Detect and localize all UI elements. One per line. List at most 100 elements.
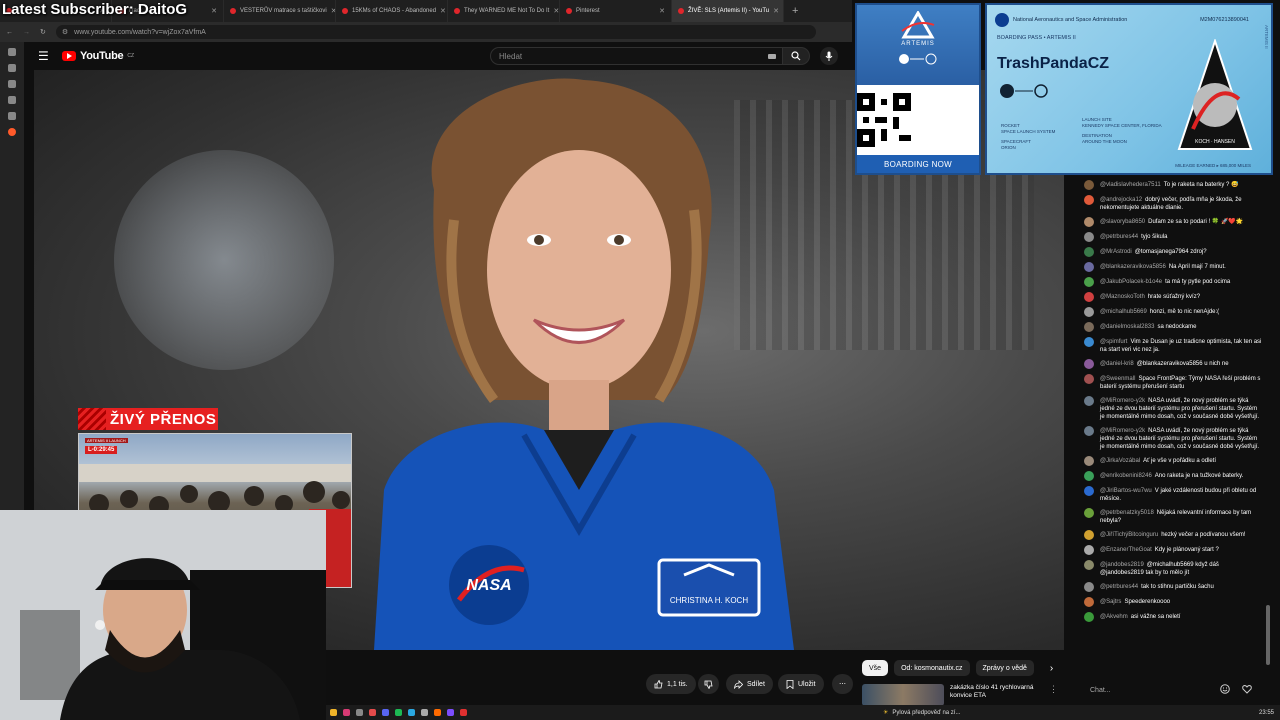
taskbar-app-icon[interactable] (382, 709, 389, 716)
taskbar-app-icon[interactable] (369, 709, 376, 716)
chat-author[interactable]: @petrbenatzky5018 (1100, 510, 1154, 516)
tab-close-icon[interactable]: ✕ (553, 7, 559, 15)
chat-author[interactable]: @MrAstrodi (1100, 249, 1132, 255)
weather-widget[interactable]: ☀ Pylová předpověď na zí... (883, 709, 960, 717)
chat-avatar[interactable] (1084, 322, 1094, 332)
sidebar-ai-icon[interactable] (8, 64, 16, 72)
chat-scrollbar[interactable] (1266, 605, 1270, 665)
taskbar-app-icon[interactable] (460, 709, 467, 716)
more-actions-button[interactable]: ⋯ (832, 674, 853, 694)
chat-author[interactable]: @andrejocka12 (1100, 197, 1142, 203)
chat-avatar[interactable] (1084, 307, 1094, 317)
tab-close-icon[interactable]: ✕ (440, 7, 446, 15)
chat-author[interactable]: @slavoryba8650 (1100, 219, 1145, 225)
chat-author[interactable]: @JirkaVozábal (1100, 458, 1140, 464)
chat-message[interactable]: @Akvehm asi vážne sa neletí (1084, 612, 1262, 622)
taskbar-app-icon[interactable] (421, 709, 428, 716)
chat-avatar[interactable] (1084, 545, 1094, 555)
search-button[interactable] (782, 47, 810, 65)
chat-avatar[interactable] (1084, 195, 1094, 205)
new-tab-icon[interactable]: + (792, 5, 798, 17)
emoji-icon[interactable] (1220, 684, 1230, 694)
chat-message[interactable]: @spimfurt Vim ze Dusan je uz tradicne opt… (1084, 337, 1262, 354)
keyboard-icon[interactable] (768, 53, 776, 59)
chat-author[interactable]: @Akvehm (1100, 614, 1128, 620)
chat-avatar[interactable] (1084, 508, 1094, 518)
chat-author[interactable]: @JiříTichýBitcoinguru (1100, 532, 1158, 538)
chat-avatar[interactable] (1084, 471, 1094, 481)
chat-input[interactable]: Chat... (1080, 682, 1230, 698)
chat-message[interactable]: @daniel-kri8 @blankazeravikova5856 u nich… (1084, 359, 1262, 369)
taskbar-app-icon[interactable] (447, 709, 454, 716)
save-button[interactable]: Uložit (778, 674, 824, 694)
chat-message[interactable]: @JakubPolacek-b1o4e ta má ty pytle pod oc… (1084, 277, 1262, 287)
tab-close-icon[interactable]: ✕ (659, 7, 665, 15)
filter-chip[interactable]: Vše (862, 660, 889, 676)
taskbar-app-icon[interactable] (395, 709, 402, 716)
chat-author[interactable]: @daniel-kri8 (1100, 361, 1134, 367)
heart-icon[interactable] (1242, 684, 1252, 694)
chat-message[interactable]: @jandobes2819 @michalhub5669 když dáš @ja… (1084, 560, 1262, 577)
chat-avatar[interactable] (1084, 426, 1094, 436)
chat-author[interactable]: @enrikobenini8246 (1100, 473, 1152, 479)
chat-author[interactable]: @petrbures44 (1100, 584, 1138, 590)
chat-author[interactable]: @michalhub5669 (1100, 309, 1147, 315)
chat-avatar[interactable] (1084, 262, 1094, 272)
like-button[interactable]: 1,1 tis. (646, 674, 696, 694)
tab-close-icon[interactable]: ✕ (773, 7, 779, 15)
chat-avatar[interactable] (1084, 217, 1094, 227)
chat-author[interactable]: @jandobes2819 (1100, 562, 1144, 568)
taskbar-app-icon[interactable] (434, 709, 441, 716)
chat-author[interactable]: @MiRomero-y2k (1100, 428, 1145, 434)
site-settings-icon[interactable]: ⚙ (62, 28, 68, 36)
browser-tab[interactable]: They WARNED ME Not To Do It ✕ (448, 0, 560, 22)
reload-icon[interactable]: ↻ (40, 28, 46, 36)
voice-search-button[interactable] (820, 47, 838, 65)
chat-message[interactable]: @JirkaVozábal Ať je vše v pořádku a odlet… (1084, 456, 1262, 466)
chat-message[interactable]: @petrbures44 tyjo šikula (1084, 232, 1262, 242)
chat-author[interactable]: @JiriBartos-wu7wu (1100, 488, 1152, 494)
sidebar-bookmarks-icon[interactable] (8, 80, 16, 88)
share-button[interactable]: Sdílet (726, 674, 773, 694)
chat-avatar[interactable] (1084, 232, 1094, 242)
chat-avatar[interactable] (1084, 560, 1094, 570)
sidebar-history-icon[interactable] (8, 96, 16, 104)
chat-message[interactable]: @JiříTichýBitcoinguru hezký večer a podív… (1084, 530, 1262, 540)
filter-chip[interactable]: Od: kosmonautix.cz (894, 660, 970, 676)
chat-avatar[interactable] (1084, 582, 1094, 592)
taskbar-app-icon[interactable] (356, 709, 363, 716)
chat-author[interactable]: @danielmoskal2833 (1100, 324, 1154, 330)
chat-author[interactable]: @JakubPolacek-b1o4e (1100, 279, 1162, 285)
taskbar-app-icon[interactable] (330, 709, 337, 716)
chat-message[interactable]: @michalhub5669 honzi, mě to nic nenAjde:( (1084, 307, 1262, 317)
search-input[interactable]: Hledat (490, 47, 782, 65)
hamburger-menu-icon[interactable]: ☰ (38, 49, 58, 63)
chat-message[interactable]: @slavoryba8650 Dufam ze sa to podari ! 🍀 … (1084, 217, 1262, 227)
chat-message[interactable]: @andrejocka12 dobrý večer, podľa mňa je š… (1084, 195, 1262, 212)
chat-avatar[interactable] (1084, 359, 1094, 369)
taskbar-app-icon[interactable] (408, 709, 415, 716)
chat-avatar[interactable] (1084, 180, 1094, 190)
chat-message[interactable]: @Sajtrs Speederenkoooo (1084, 597, 1262, 607)
chat-message[interactable]: @Sweenmall Space FrontPage: Týmy NASA řeš… (1084, 374, 1262, 391)
chat-message[interactable]: @enrikobenini8246 Ano raketa je na tužkov… (1084, 471, 1262, 481)
chat-author[interactable]: @blankazeravikova5856 (1100, 264, 1166, 270)
sidebar-tabs-icon[interactable] (8, 48, 16, 56)
browser-tab[interactable]: 15KMs of CHAOS - Abandoned ✕ (336, 0, 448, 22)
dislike-button[interactable] (698, 674, 719, 694)
url-field[interactable]: ⚙ www.youtube.com/watch?v=wjZox7aVfmA (55, 25, 816, 39)
chat-message[interactable]: @danielmoskal2833 sa nedockame (1084, 322, 1262, 332)
chat-avatar[interactable] (1084, 486, 1094, 496)
chat-author[interactable]: @Sweenmall (1100, 376, 1135, 382)
chat-avatar[interactable] (1084, 530, 1094, 540)
chat-author[interactable]: @MaznoskoToth (1100, 294, 1145, 300)
chat-message[interactable]: @petrbures44 tak to stihnu partičku šachu (1084, 582, 1262, 592)
chat-message[interactable]: @MaznoskoToth hrate súťažný kvíz? (1084, 292, 1262, 302)
chat-avatar[interactable] (1084, 396, 1094, 406)
chat-message[interactable]: @EnzanerTheGoat Kdy je plánovaný start ? (1084, 545, 1262, 555)
chat-message[interactable]: @blankazeravikova5856 Na April mají 7 min… (1084, 262, 1262, 272)
chat-message[interactable]: @MiRomero-y2k NASA uvádí, že nový problém… (1084, 426, 1262, 451)
filter-chip[interactable]: Zprávy o vědě (975, 660, 1034, 676)
chat-avatar[interactable] (1084, 277, 1094, 287)
chat-author[interactable]: @vladislavhedera7511 (1100, 182, 1161, 188)
